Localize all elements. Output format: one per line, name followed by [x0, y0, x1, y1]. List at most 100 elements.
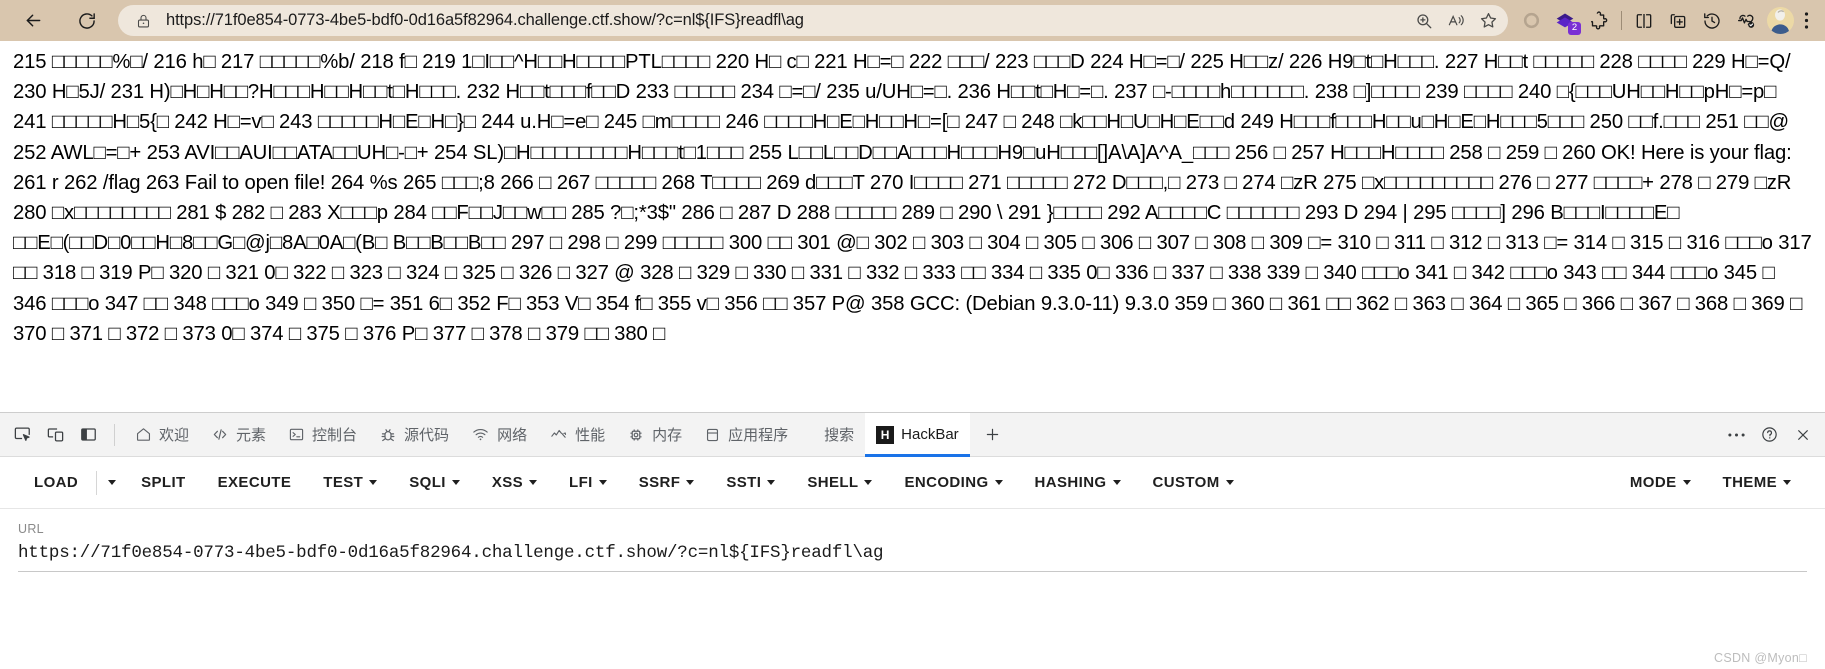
- hackbar-mode-button[interactable]: MODE: [1614, 466, 1707, 500]
- hackbar-button-label: SPLIT: [141, 474, 186, 491]
- copilot-badge: 2: [1568, 21, 1581, 35]
- devtools-more-button[interactable]: [1720, 420, 1753, 450]
- hackbar-toolbar: LOAD SPLIT EXECUTE TEST SQLI XSS LFI SSR…: [0, 457, 1825, 509]
- hackbar-encoding-button[interactable]: ENCODING: [888, 466, 1018, 500]
- browser-essentials-icon[interactable]: [1729, 6, 1763, 36]
- devtools-tab-label: 欢迎: [159, 427, 190, 444]
- add-tab-button[interactable]: [976, 420, 1009, 450]
- hackbar-load-button[interactable]: LOAD: [18, 466, 94, 500]
- devtools-tabbar: 欢迎 元素 控制台 源代码 网络 性能 内存 应用程序 搜索 H HackBar: [0, 412, 1825, 457]
- chevron-down-icon: [1225, 480, 1234, 485]
- devtools-tab-elements[interactable]: 元素: [200, 413, 277, 457]
- dock-panel-icon[interactable]: [72, 420, 105, 450]
- split-screen-icon[interactable]: [1627, 6, 1661, 36]
- chevron-down-icon: [1783, 480, 1791, 485]
- hackbar-execute-button[interactable]: EXECUTE: [202, 466, 308, 500]
- avatar[interactable]: [1763, 6, 1797, 36]
- hackbar-button-label: LFI: [569, 474, 593, 491]
- hackbar-button-label: ENCODING: [904, 474, 989, 491]
- copilot-icon[interactable]: 2: [1548, 6, 1582, 36]
- bug-icon: [379, 426, 397, 444]
- hackbar-theme-button[interactable]: THEME: [1707, 466, 1808, 500]
- devtools-close-button[interactable]: [1786, 420, 1819, 450]
- hackbar-panel: LOAD SPLIT EXECUTE TEST SQLI XSS LFI SSR…: [0, 457, 1825, 669]
- hackbar-button-label: THEME: [1722, 474, 1777, 491]
- url-text[interactable]: https://71f0e854-0773-4be5-bdf0-0d16a5f8…: [158, 11, 1408, 30]
- devtools-tab-label: HackBar: [901, 426, 959, 443]
- binary-dump-text: 215 □□□□□%□/ 216 h□ 217 □□□□□%b/ 218 f□ …: [13, 51, 1812, 345]
- hackbar-custom-button[interactable]: CUSTOM: [1137, 466, 1250, 500]
- hackbar-shell-button[interactable]: SHELL: [791, 466, 888, 500]
- settings-more-icon[interactable]: [1797, 6, 1815, 36]
- devtools-panel: 欢迎 元素 控制台 源代码 网络 性能 内存 应用程序 搜索 H HackBar…: [0, 412, 1825, 669]
- memory-chip-icon: [627, 426, 645, 444]
- hackbar-button-label: SSRF: [638, 474, 681, 491]
- hackbar-ssrf-button[interactable]: SSRF: [623, 466, 711, 500]
- hackbar-split-button[interactable]: SPLIT: [125, 466, 202, 500]
- browser-toolbar: https://71f0e854-0773-4be5-bdf0-0d16a5f8…: [0, 0, 1825, 41]
- zoom-in-icon[interactable]: [1408, 7, 1440, 35]
- chevron-down-icon: [369, 480, 378, 485]
- load-divider: [96, 470, 98, 495]
- devtools-tab-console[interactable]: 控制台: [277, 413, 368, 457]
- chevron-down-icon: [864, 480, 873, 485]
- toolbar-divider: [1621, 11, 1622, 30]
- devtools-tab-search[interactable]: 搜索: [813, 413, 865, 457]
- read-aloud-icon[interactable]: [1440, 7, 1472, 35]
- circle-icon[interactable]: [1514, 6, 1548, 36]
- chevron-down-icon: [108, 480, 117, 485]
- chevron-down-icon: [767, 480, 776, 485]
- chevron-down-icon: [686, 480, 695, 485]
- history-icon[interactable]: [1695, 6, 1729, 36]
- back-button[interactable]: [14, 6, 52, 36]
- network-wifi-icon: [471, 426, 490, 443]
- hackbar-load-dropdown[interactable]: [99, 466, 125, 500]
- watermark: CSDN @Myon□: [1714, 651, 1807, 665]
- devtools-tab-welcome[interactable]: 欢迎: [124, 413, 200, 457]
- chevron-down-icon: [1112, 480, 1121, 485]
- hackbar-button-label: EXECUTE: [217, 474, 292, 491]
- hackbar-xss-button[interactable]: XSS: [476, 466, 553, 500]
- chevron-down-icon: [529, 480, 538, 485]
- hackbar-sqli-button[interactable]: SQLI: [393, 466, 476, 500]
- devtools-help-button[interactable]: [1753, 420, 1786, 450]
- devtools-tab-label: 源代码: [404, 427, 450, 444]
- hackbar-button-label: XSS: [491, 474, 524, 491]
- hackbar-button-label: HASHING: [1034, 474, 1107, 491]
- devtools-tab-label: 搜索: [824, 427, 855, 444]
- devtools-tab-hackbar[interactable]: H HackBar: [865, 412, 970, 457]
- hackbar-button-label: MODE: [1629, 474, 1677, 491]
- hackbar-button-label: SHELL: [807, 474, 859, 491]
- hackbar-button-label: LOAD: [34, 474, 79, 491]
- devtools-tab-application[interactable]: 应用程序: [693, 413, 799, 457]
- inspect-element-icon[interactable]: [6, 420, 39, 450]
- devtools-tab-memory[interactable]: 内存: [616, 413, 693, 457]
- device-toolbar-icon[interactable]: [39, 420, 72, 450]
- add-collection-icon[interactable]: [1661, 6, 1695, 36]
- devtools-divider: [114, 423, 115, 446]
- reload-button[interactable]: [68, 6, 106, 36]
- favorite-star-icon[interactable]: [1472, 7, 1504, 35]
- hackbar-ssti-button[interactable]: SSTI: [710, 466, 791, 500]
- hackbar-body: URL CSDN @Myon□: [0, 509, 1825, 669]
- url-field-label: URL: [18, 522, 44, 536]
- hackbar-button-label: SQLI: [409, 474, 446, 491]
- hackbar-test-button[interactable]: TEST: [307, 466, 393, 500]
- devtools-tab-performance[interactable]: 性能: [538, 413, 616, 457]
- hackbar-hashing-button[interactable]: HASHING: [1019, 466, 1137, 500]
- extensions-puzzle-icon[interactable]: [1582, 6, 1616, 36]
- hackbar-url-input[interactable]: [18, 540, 1807, 572]
- devtools-tab-label: 性能: [575, 427, 606, 444]
- devtools-tab-network[interactable]: 网络: [460, 413, 538, 457]
- page-viewport: 215 □□□□□%□/ 216 h□ 217 □□□□□%b/ 218 f□ …: [0, 41, 1825, 412]
- devtools-tab-sources[interactable]: 源代码: [368, 413, 460, 457]
- devtools-tab-label: 内存: [652, 427, 683, 444]
- address-bar[interactable]: https://71f0e854-0773-4be5-bdf0-0d16a5f8…: [118, 5, 1508, 36]
- performance-gauge-icon: [549, 426, 568, 443]
- site-permissions-lock-icon[interactable]: [128, 8, 158, 34]
- devtools-tab-label: 网络: [497, 427, 528, 444]
- terminal-icon: [288, 426, 305, 443]
- devtools-tab-label: 元素: [236, 427, 267, 444]
- hackbar-lfi-button[interactable]: LFI: [553, 466, 623, 500]
- hackbar-button-label: TEST: [323, 474, 364, 491]
